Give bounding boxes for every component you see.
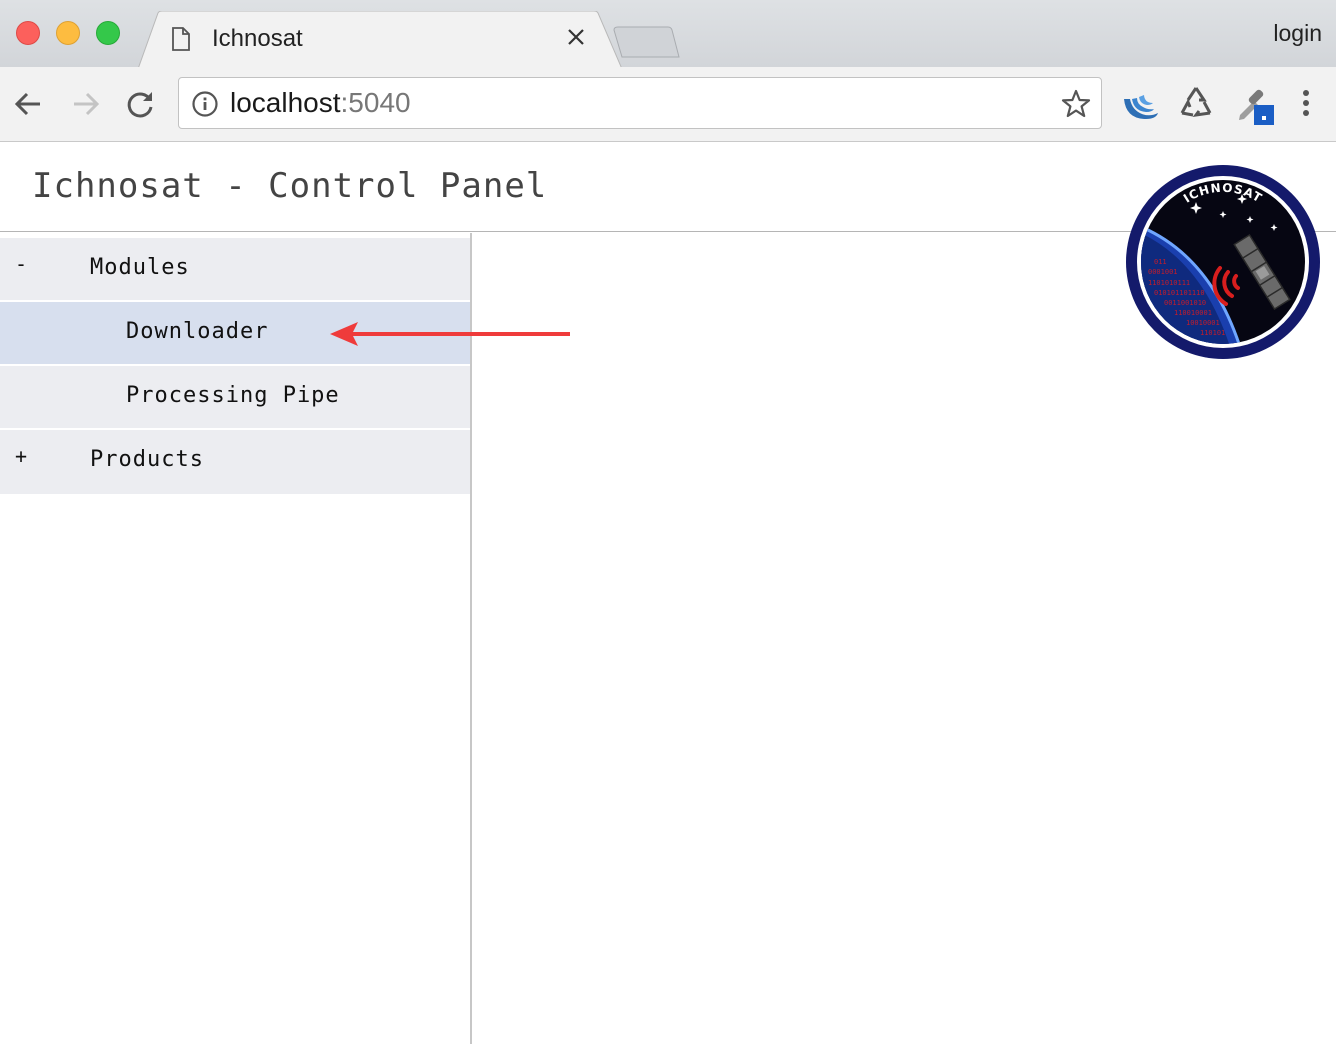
recycle-extension-icon[interactable] xyxy=(1178,85,1214,126)
page-title: Ichnosat - Control Panel xyxy=(32,166,548,206)
forward-arrow-icon[interactable] xyxy=(68,87,102,121)
tab-close-icon[interactable] xyxy=(566,27,586,52)
maximize-window-button[interactable] xyxy=(96,21,120,45)
expand-toggle[interactable]: + xyxy=(15,444,27,468)
sidebar-nav: - Modules Downloader Processing Pipe + P… xyxy=(0,238,470,494)
eyedropper-extension-icon[interactable] xyxy=(1234,85,1278,134)
back-arrow-icon[interactable] xyxy=(12,87,46,121)
url-text: localhost:5040 xyxy=(230,87,411,119)
sidebar-item-label: Downloader xyxy=(126,319,269,344)
browser-toolbar: localhost:5040 xyxy=(0,67,1336,142)
svg-text:110010001: 110010001 xyxy=(1174,309,1212,317)
login-link[interactable]: login xyxy=(1273,20,1322,47)
sidebar-item-label: Processing Pipe xyxy=(126,383,340,408)
more-options-icon[interactable] xyxy=(1296,85,1316,126)
sidebar-item-label: Modules xyxy=(90,255,190,280)
reload-icon[interactable] xyxy=(123,87,157,121)
svg-text:0001001: 0001001 xyxy=(1148,268,1178,276)
close-window-button[interactable] xyxy=(16,21,40,45)
collapse-toggle[interactable]: - xyxy=(15,252,27,276)
page-icon xyxy=(172,27,190,56)
sidebar-item-label: Products xyxy=(90,447,204,472)
url-host: localhost xyxy=(230,87,341,118)
jquery-extension-icon[interactable] xyxy=(1120,85,1160,130)
browser-tab-ichnosat[interactable]: Ichnosat xyxy=(138,11,622,69)
ichnosat-logo: 011 0001001 1101010111 010101101110 0011… xyxy=(1126,165,1320,359)
svg-text:0011001010: 0011001010 xyxy=(1164,299,1206,307)
new-tab-button[interactable] xyxy=(612,26,680,63)
svg-text:1101010111: 1101010111 xyxy=(1148,279,1190,287)
sidebar-item-products[interactable]: + Products xyxy=(0,430,470,494)
info-icon[interactable] xyxy=(191,90,219,123)
annotation-arrow xyxy=(330,322,570,346)
svg-text:10010001: 10010001 xyxy=(1186,319,1220,327)
sidebar-divider xyxy=(470,233,472,1044)
address-bar[interactable]: localhost:5040 xyxy=(178,77,1102,129)
sidebar-item-modules[interactable]: - Modules xyxy=(0,238,470,302)
page-content: Ichnosat - Control Panel - Modules Downl… xyxy=(0,142,1336,1044)
svg-text:011: 011 xyxy=(1154,258,1167,266)
sidebar-item-processing-pipe[interactable]: Processing Pipe xyxy=(0,366,470,430)
url-port: :5040 xyxy=(340,87,411,118)
tab-title: Ichnosat xyxy=(212,25,303,52)
minimize-window-button[interactable] xyxy=(56,21,80,45)
bookmark-star-icon[interactable] xyxy=(1061,89,1091,124)
browser-titlebar: Ichnosat login xyxy=(0,0,1336,69)
svg-text:010101101110: 010101101110 xyxy=(1154,289,1205,297)
svg-text:110101: 110101 xyxy=(1200,329,1225,337)
